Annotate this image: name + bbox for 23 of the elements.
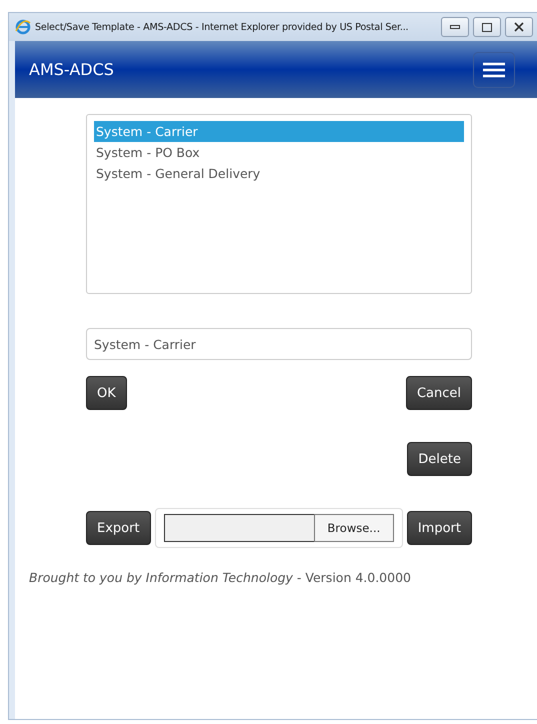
template-option[interactable]: System - PO Box [94, 142, 464, 163]
file-path-field[interactable] [164, 514, 314, 542]
delete-button[interactable]: Delete [407, 442, 472, 476]
cancel-button[interactable]: Cancel [406, 376, 472, 410]
browse-button[interactable]: Browse... [314, 514, 394, 542]
browser-logo-icon [15, 19, 31, 35]
ok-button[interactable]: OK [86, 376, 127, 410]
minimize-icon [450, 25, 460, 29]
footer-text: Brought to you by Information Technology - Version 4.0.0000 [29, 570, 412, 585]
template-name-field[interactable]: System - Carrier [86, 328, 472, 360]
app-title: AMS-ADCS [29, 60, 114, 79]
close-button[interactable] [505, 17, 533, 37]
menu-icon [483, 62, 505, 78]
template-list[interactable]: System - Carrier System - PO Box System - General Delivery [86, 114, 472, 294]
maximize-button[interactable] [473, 17, 501, 37]
menu-button[interactable] [473, 52, 515, 88]
import-button[interactable]: Import [406, 511, 472, 545]
close-icon [514, 22, 524, 32]
minimize-button[interactable] [441, 17, 469, 37]
window-title: Select/Save Template - AMS-ADCS - Internet Explorer provided by US Postal Ser... [35, 22, 410, 32]
template-option[interactable]: System - General Delivery [94, 163, 464, 184]
maximize-icon [482, 22, 492, 32]
export-button[interactable]: Export [86, 511, 151, 545]
